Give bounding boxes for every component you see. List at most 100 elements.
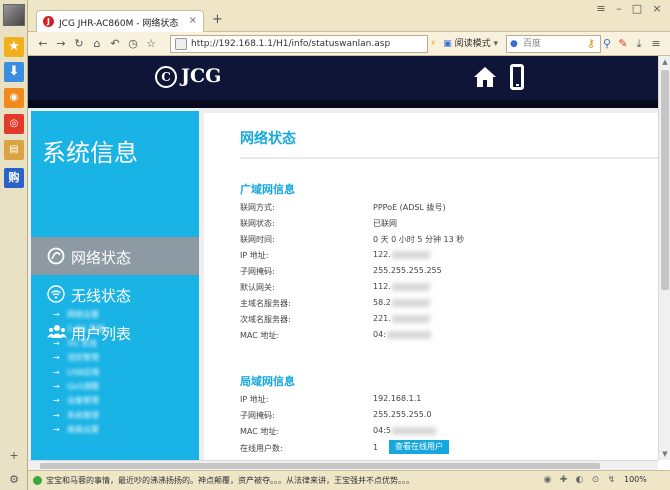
sub-menu-item[interactable]: 网络设置 — [53, 308, 104, 322]
page-title: 网络状态 — [240, 131, 296, 147]
nav-label: 网络状态 — [71, 249, 132, 267]
masked-value — [391, 426, 436, 435]
wan-row-gateway: 默认网关: 112. — [240, 279, 620, 295]
status-icon-5[interactable]: ↯ — [606, 475, 617, 486]
add-icon[interactable]: + — [6, 448, 22, 464]
router-header: C JCG — [28, 56, 658, 100]
sub-menu-item[interactable]: 高级设置 — [53, 423, 104, 437]
address-text: http://192.168.1.1/H1/info/statuswanlan.… — [191, 39, 391, 49]
wan-row-netmask: 子网掩码: 255.255.255.255 — [240, 266, 442, 276]
wan-row-primary-dns: 主域名服务器: 58.2 — [240, 295, 620, 311]
lightning-icon[interactable]: ⚡ — [430, 39, 436, 49]
wifi-icon — [47, 285, 65, 303]
wan-row-ip: IP 地址: 122. — [240, 247, 620, 263]
minimize-icon[interactable]: – — [610, 2, 628, 16]
lan-row-online-users: 在线用户数: 1 查看在线用户 — [240, 440, 620, 456]
forward-icon[interactable]: → — [54, 36, 68, 52]
status-icon-2[interactable]: ✚ — [558, 475, 569, 486]
menu-icon[interactable]: ≡ — [592, 2, 610, 16]
scroll-thumb[interactable] — [661, 70, 669, 290]
wan-row-uptime: 联网时间: 0 天 0 小时 5 分钟 13 秒 — [240, 235, 465, 244]
content-panel: 网络状态 广域网信息 联网方式: PPPoE (ADSL 拨号) 联网状态: 已联网… — [204, 113, 658, 460]
sub-menu-item[interactable]: QoS调整 — [53, 380, 104, 394]
reader-icon[interactable]: ▣ — [443, 39, 452, 49]
new-tab-icon[interactable]: + — [212, 13, 223, 27]
news-icon — [33, 476, 42, 485]
tab-bar: J JCG JHR-AC860M - 网络状态 × + ≡ – □ × — [28, 0, 670, 32]
sub-menu-item[interactable]: 5G 无线 — [53, 337, 104, 351]
status-icon-1[interactable]: ◉ — [542, 475, 553, 486]
jcg-logo-mark: C — [155, 66, 177, 88]
sub-menu-item[interactable]: USB应用 — [53, 366, 104, 380]
sub-menu-item[interactable]: 设备管理 — [53, 394, 104, 408]
lan-section-title: 局域网信息 — [240, 375, 295, 388]
dropdown-icon[interactable]: ▾ — [493, 39, 498, 49]
status-icon-3[interactable]: ◐ — [574, 475, 585, 486]
zoom-level[interactable]: 100% — [624, 475, 647, 484]
status-icon-4[interactable]: ⊙ — [590, 475, 601, 486]
app-dock: ★ ⬇ ◉ ◎ ▤ 购 + ⚙ — [0, 0, 28, 490]
reader-mode-button[interactable]: 阅读模式 — [455, 39, 491, 49]
bookmark-star-icon[interactable]: ☆ — [144, 36, 158, 52]
address-bar[interactable]: http://192.168.1.1/H1/info/statuswanlan.… — [170, 35, 428, 53]
page-viewport: C JCG 系统信息 网络状态 无线状态 用户列表 → 网络设置 → 2.4G … — [28, 56, 658, 460]
speedometer-icon — [47, 247, 65, 265]
baidu-icon: ● — [510, 39, 518, 49]
weibo-icon[interactable]: ◎ — [4, 114, 24, 134]
shopping-icon[interactable]: 购 — [4, 168, 24, 188]
sub-menu-item[interactable]: 系统管理 — [53, 409, 104, 423]
vertical-scrollbar[interactable]: ▲ ▼ — [658, 56, 670, 460]
menu-bars-icon[interactable]: ≡ — [649, 36, 663, 52]
sidebar-item-network-status[interactable]: 网络状态 — [31, 237, 199, 275]
view-online-users-button[interactable]: 查看在线用户 — [389, 440, 449, 454]
tab-close-icon[interactable]: × — [189, 15, 197, 26]
download-arrow-icon[interactable]: ⤓ — [632, 36, 646, 52]
wan-row-connection-type: 联网方式: PPPoE (ADSL 拨号) — [240, 203, 446, 212]
news-ticker[interactable]: 宝宝和马蓉的事情，最近吵的沸沸扬扬的。神点颠覆，资产被夺。。。从法律来讲，王宝强… — [46, 475, 414, 486]
avatar[interactable] — [3, 4, 25, 26]
sidebar-title: 系统信息 — [42, 139, 138, 167]
jcg-favicon-icon: J — [43, 16, 54, 27]
magnifier-icon[interactable]: ⚲ — [600, 36, 614, 52]
masked-value — [386, 330, 431, 339]
sidebar: 系统信息 网络状态 无线状态 用户列表 → 网络设置 → 2.4G 无线 → 5… — [31, 111, 199, 460]
sub-menu: 网络设置 2.4G 无线 5G 无线 流控管理 USB应用 QoS调整 设备管理… — [53, 308, 104, 438]
clock-icon[interactable]: ◷ — [126, 36, 140, 52]
lan-row-netmask: 子网掩码: 255.255.255.0 — [240, 410, 432, 420]
refresh-icon[interactable]: ↻ — [72, 36, 86, 52]
back-icon[interactable]: ← — [36, 36, 50, 52]
home-nav-icon[interactable]: ⌂ — [90, 36, 104, 52]
search-placeholder: 百度 — [523, 39, 542, 49]
sub-menu-item[interactable]: 2.4G 无线 — [53, 322, 104, 336]
hscroll-thumb[interactable] — [40, 463, 600, 469]
masked-value — [391, 282, 430, 291]
lan-row-ip: IP 地址: 192.168.1.1 — [240, 394, 422, 404]
nav-label: 无线状态 — [71, 287, 132, 305]
page-icon — [175, 38, 187, 50]
header-divider — [28, 100, 658, 108]
download-icon[interactable]: ⬇ — [4, 62, 24, 82]
scroll-up-icon[interactable]: ▲ — [659, 56, 670, 68]
scroll-down-icon[interactable]: ▼ — [659, 448, 670, 460]
sub-menu-item[interactable]: 流控管理 — [53, 351, 104, 365]
tab-title: JCG JHR-AC860M - 网络状态 — [59, 19, 179, 29]
home-icon[interactable] — [473, 65, 497, 89]
wan-row-mac: MAC 地址: 04: — [240, 327, 620, 343]
logo-text: JCG — [181, 65, 222, 87]
wan-row-connection-status: 联网状态: 已联网 — [240, 219, 397, 228]
notes-icon[interactable]: ▤ — [4, 140, 24, 160]
rss-icon[interactable]: ◉ — [4, 88, 24, 108]
key-icon[interactable]: ⚷ — [584, 36, 598, 52]
browser-tab[interactable]: J JCG JHR-AC860M - 网络状态 × — [36, 10, 204, 32]
settings-gear-icon[interactable]: ⚙ — [6, 472, 22, 488]
address-tools: ⚡ ▣ 阅读模式 ▾ — [430, 35, 498, 53]
horizontal-scrollbar[interactable] — [28, 460, 658, 470]
maximize-icon[interactable]: □ — [628, 2, 646, 16]
undo-icon[interactable]: ↶ — [108, 36, 122, 52]
window-close-icon[interactable]: × — [648, 2, 666, 16]
mobile-phone-icon[interactable] — [510, 64, 524, 90]
wan-row-secondary-dns: 次域名服务器: 221. — [240, 311, 620, 327]
paint-icon[interactable]: ✎ — [616, 36, 630, 52]
jcg-logo: C JCG — [155, 65, 221, 88]
favorites-star-icon[interactable]: ★ — [4, 37, 24, 57]
